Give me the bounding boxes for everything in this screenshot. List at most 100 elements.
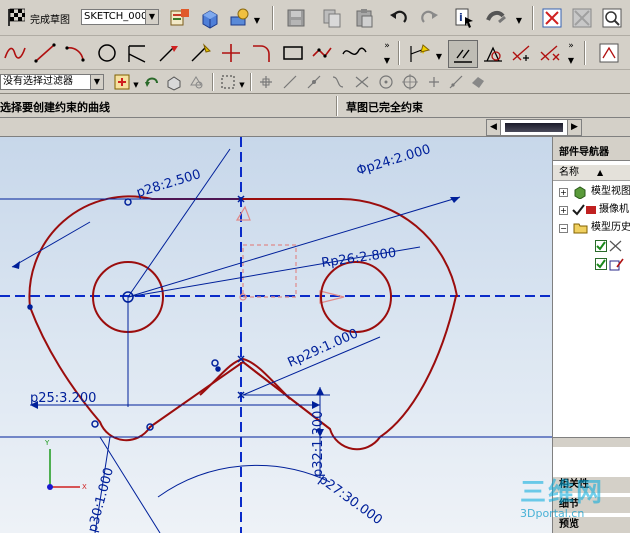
fit-view-icon[interactable] [484,6,512,30]
chevron-down-icon[interactable]: ▼ [145,10,158,24]
chevron-down-icon[interactable]: ▼ [238,80,246,90]
sketch-feature-icon [609,257,625,278]
collapse-icon[interactable]: − [559,224,568,233]
reattach-icon[interactable] [228,6,252,30]
polygon-icon[interactable] [310,41,336,65]
copy-icon[interactable] [320,6,344,30]
finish-sketch-label[interactable]: 完成草图 [30,11,70,26]
nav-item-cameras[interactable]: + 摄像机 [553,201,630,219]
rectangle-select-icon[interactable] [218,72,238,92]
snap-point-icon[interactable] [424,72,444,92]
toolbar-separator [272,6,274,30]
svg-text:X: X [82,483,87,491]
snap-intersection-icon[interactable] [352,72,372,92]
snap-on-curve-icon[interactable] [446,72,466,92]
dimension-p25[interactable]: p25:3.200 [30,391,96,406]
column-header-name[interactable]: 名称 ▲ [553,165,630,181]
checkered-flag-icon[interactable] [4,6,26,28]
information-icon[interactable]: i [452,6,476,30]
sketch-orient-icon[interactable] [168,6,192,30]
fillet-icon[interactable] [248,41,274,65]
dimension-p28[interactable]: p28:2.500 [135,167,203,201]
scroll-thumb[interactable] [505,123,563,132]
part-cube-icon[interactable] [198,6,222,30]
convert-reference-icon[interactable] [536,41,562,65]
sketch-outer-profile[interactable] [28,195,459,451]
snap-center-icon[interactable] [376,72,396,92]
dimension-p24[interactable]: Φp24:2.000 [355,142,433,179]
dimension-p29[interactable]: Rp29:1.000 [286,326,361,370]
save-icon[interactable] [284,6,308,30]
dimension-p27[interactable]: p27:30.000 [316,472,385,528]
line-icon[interactable] [32,41,58,65]
expand-icon[interactable]: + [559,188,568,197]
intersect-icon[interactable] [218,41,244,65]
nav-history-row-2[interactable] [553,255,630,273]
chevron-down-icon[interactable]: ▼ [434,50,444,62]
sketch-name-select[interactable]: SKETCH_000 ▼ [81,9,159,25]
expand-icon[interactable]: + [559,206,568,215]
dimension-p26[interactable]: Rp26:2.800 [320,246,397,271]
more-options-icon[interactable]: » [382,40,392,52]
dimension-p30[interactable]: p30:1.000 [85,466,117,533]
circle-icon[interactable] [94,41,120,65]
snap-line-icon[interactable] [280,72,300,92]
nav-item-model-views[interactable]: + 模型视图 [553,183,630,201]
chevron-down-icon[interactable]: ▼ [132,80,140,90]
auto-constrain-icon[interactable] [480,41,506,65]
snap-quadrant-icon[interactable] [400,72,420,92]
sort-up-icon[interactable]: ▲ [597,165,603,180]
checkbox-checked-icon[interactable] [595,258,607,277]
toolbar-separator [250,73,252,91]
cue-prompt: 选择要创建约束的曲线 [0,101,110,114]
select-faces-icon[interactable] [164,72,184,92]
quick-trim-icon[interactable] [124,41,150,65]
type-filter-value: 没有选择过滤器 [3,76,73,87]
dimension-p32[interactable]: p32:1.300 [311,411,326,477]
graphics-window[interactable]: p28:2.500 Φp24:2.000 Rp26:2.800 Rp29:1.0… [0,137,552,533]
snap-midpoint-icon[interactable] [304,72,324,92]
nav-item-label: 摄像机 [599,204,629,215]
reset-filter-icon[interactable] [142,72,162,92]
chevron-down-icon[interactable]: ▼ [514,14,524,26]
toolbar-separator [532,6,534,30]
chevron-down-icon[interactable]: ▼ [252,14,262,26]
zoom-window-icon[interactable] [600,6,624,30]
nav-item-model-history[interactable]: − 模型历史记录 [553,219,630,237]
panel-splitter[interactable] [553,437,630,447]
snap-on-face-icon[interactable] [468,72,488,92]
sketch-view-icon[interactable] [596,41,622,65]
select-features-icon[interactable] [186,72,206,92]
type-filter-select[interactable]: 没有选择过滤器 ▼ [0,74,104,90]
arc-icon[interactable] [62,41,88,65]
chevron-down-icon[interactable]: ▼ [566,54,576,66]
constraints-button[interactable] [448,40,478,68]
scroll-right-icon[interactable]: ▶ [567,120,581,135]
scroll-left-icon[interactable]: ◀ [487,120,501,135]
paste-icon[interactable] [352,6,376,30]
sketch-drawing[interactable]: p28:2.500 Φp24:2.000 Rp26:2.800 Rp29:1.0… [0,137,552,533]
dimension-leaders [0,148,552,533]
more-options-icon[interactable]: » [566,40,576,52]
close-window-icon[interactable] [540,6,564,30]
quick-extend-icon[interactable] [156,41,182,65]
chevron-down-icon[interactable]: ▼ [382,54,392,66]
redo-icon[interactable] [418,6,442,30]
window-layout-icon[interactable] [570,6,594,30]
chevron-down-icon[interactable]: ▼ [90,75,103,89]
undo-icon[interactable] [386,6,410,30]
spline-icon[interactable] [340,41,368,65]
rectangle-icon[interactable] [280,41,306,65]
nav-history-row-1[interactable] [553,237,630,255]
make-corner-icon[interactable] [188,41,214,65]
snap-endpoint-icon[interactable] [256,72,276,92]
snap-control-icon[interactable] [328,72,348,92]
profile-icon[interactable] [2,41,28,65]
status-separator [336,96,338,116]
inferred-dimension-icon[interactable] [406,41,432,65]
filter-options-icon[interactable] [112,72,132,92]
show-constraints-icon[interactable] [508,41,534,65]
sketch-curve-toolbar: » ▼ ▼ » ▼ [0,36,630,70]
panel-strip: ◀ ▶ [0,118,630,137]
resource-scroller[interactable]: ◀ ▶ [486,119,582,136]
